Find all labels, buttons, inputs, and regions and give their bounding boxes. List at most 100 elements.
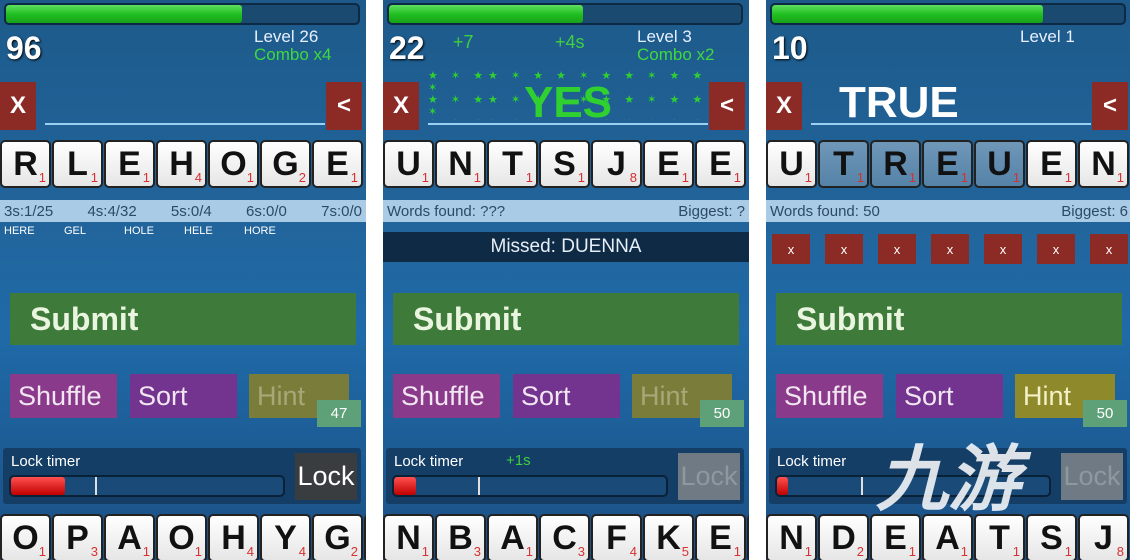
game-screen: 96 Level 26 Combo x4 X < R 1 L 1 E 1 H 4 O 1 G 2 E 1 3s:1/2…	[0, 0, 366, 560]
slot-button[interactable]: x	[984, 234, 1022, 264]
tile-letter: F	[606, 518, 627, 557]
letter-tile[interactable]: H4	[208, 514, 259, 560]
letter-tile[interactable]: N1	[435, 140, 486, 188]
lock-button[interactable]: Lock	[1061, 453, 1123, 500]
tile-letter: R	[13, 144, 38, 183]
submit-button[interactable]: Submit	[393, 293, 739, 345]
letter-tile[interactable]: T1	[487, 140, 538, 188]
slot-button[interactable]: x	[1037, 234, 1075, 264]
letter-tile[interactable]: A1	[104, 514, 155, 560]
letter-tile[interactable]: B3	[435, 514, 486, 560]
letter-tile[interactable]: D2	[818, 514, 869, 560]
letter-tile[interactable]: U1	[766, 140, 817, 188]
combo-label: Combo x4	[254, 45, 332, 64]
clear-button[interactable]: X	[383, 82, 419, 130]
letter-tile[interactable]: G2	[312, 514, 363, 560]
letter-tile[interactable]: E1	[695, 140, 746, 188]
found-word: GEL	[64, 225, 87, 237]
letter-tile[interactable]: R1	[870, 140, 921, 188]
letter-tile[interactable]: J8	[1078, 514, 1129, 560]
letter-tile[interactable]: Y4	[260, 514, 311, 560]
missed-word-banner: Missed: DUENNA	[383, 232, 749, 262]
letter-tile[interactable]: E1	[104, 140, 155, 188]
letter-tile[interactable]: S1	[1026, 514, 1077, 560]
hint-count-badge: 50	[700, 400, 744, 427]
sort-button[interactable]: Sort	[130, 374, 237, 418]
tile-points: 1	[856, 170, 864, 185]
word-slots: xxxxxxx	[772, 234, 1128, 264]
lock-timer-label: Lock timer	[777, 453, 847, 470]
letter-tile[interactable]: O1	[156, 514, 207, 560]
letter-tile[interactable]: T1	[818, 140, 869, 188]
lock-button[interactable]: Lock	[678, 453, 740, 500]
word-count-stat: 4s:4/32	[87, 202, 137, 220]
tile-points: 1	[142, 170, 150, 185]
lock-timer-label: Lock timer	[394, 453, 464, 470]
tile-letter: J	[607, 144, 626, 183]
letter-tile[interactable]: C3	[539, 514, 590, 560]
letter-tile[interactable]: F4	[591, 514, 642, 560]
letter-tile[interactable]: L1	[52, 140, 103, 188]
letter-tile[interactable]: N1	[1078, 140, 1129, 188]
tile-letter: G	[324, 518, 351, 557]
tile-points: 1	[1064, 170, 1072, 185]
shuffle-button[interactable]: Shuffle	[776, 374, 883, 418]
letter-tile[interactable]: J8	[591, 140, 642, 188]
letter-tile[interactable]: N1	[766, 514, 817, 560]
progress-fill	[6, 5, 242, 23]
letter-tile[interactable]: A1	[364, 514, 366, 560]
letter-tile[interactable]: C3	[747, 514, 749, 560]
letter-tile[interactable]: P3	[52, 514, 103, 560]
lock-button[interactable]: Lock	[295, 453, 357, 500]
shuffle-button[interactable]: Shuffle	[393, 374, 500, 418]
found-word: HERE	[4, 225, 35, 237]
lock-bonus: +1s	[506, 452, 531, 469]
submit-button[interactable]: Submit	[10, 293, 356, 345]
found-words-list: HERE GEL HOLE HELE HORE	[4, 225, 304, 237]
lock-timer-panel: Lock timer Lock	[3, 448, 361, 504]
letter-tile[interactable]: G2	[260, 140, 311, 188]
slot-button[interactable]: x	[878, 234, 916, 264]
slot-button[interactable]: x	[931, 234, 969, 264]
letter-tile[interactable]: O1	[208, 140, 259, 188]
letter-tile[interactable]: E1	[643, 140, 694, 188]
tile-points: 1	[525, 170, 533, 185]
lock-timer-fill	[777, 477, 788, 495]
time-gain: +4s	[555, 32, 585, 52]
tile-letter: K	[656, 518, 681, 557]
sort-button[interactable]: Sort	[896, 374, 1003, 418]
letter-tile[interactable]: E1	[312, 140, 363, 188]
letter-tile[interactable]: S1	[539, 140, 590, 188]
letter-tile[interactable]: E1	[695, 514, 746, 560]
combo-label: Combo x2	[637, 45, 715, 64]
current-word: YES	[523, 78, 613, 127]
slot-button[interactable]: x	[1090, 234, 1128, 264]
letter-tile[interactable]: E1	[1026, 140, 1077, 188]
letter-tile[interactable]: A1	[487, 514, 538, 560]
submit-button[interactable]: Submit	[776, 293, 1122, 345]
letter-tile[interactable]: N1	[383, 514, 434, 560]
backspace-button[interactable]: <	[709, 82, 745, 130]
backspace-button[interactable]: <	[1092, 82, 1128, 130]
tile-points: 4	[194, 170, 202, 185]
sort-button[interactable]: Sort	[513, 374, 620, 418]
backspace-button[interactable]: <	[326, 82, 362, 130]
clear-button[interactable]: X	[766, 82, 802, 130]
game-screen: 10 Level 1 X < TRUE U 1 T 1 R 1 E 1 U 1 E 1 N 1 Words found…	[766, 0, 1130, 560]
letter-tile[interactable]: O1	[0, 514, 51, 560]
letter-tile[interactable]: U1	[974, 140, 1025, 188]
tile-letter: U	[987, 144, 1012, 183]
slot-button[interactable]: x	[825, 234, 863, 264]
tile-letter: B	[448, 518, 473, 557]
slot-button[interactable]: x	[772, 234, 810, 264]
shuffle-button[interactable]: Shuffle	[10, 374, 117, 418]
letter-tile[interactable]: H4	[156, 140, 207, 188]
letter-tile[interactable]: R1	[0, 140, 51, 188]
lock-timer-label: Lock timer	[11, 453, 81, 470]
stats-bar: Words found: ??? Biggest: ?	[383, 200, 749, 222]
letter-tile[interactable]: U1	[383, 140, 434, 188]
tile-points: 1	[1012, 544, 1020, 559]
letter-tile[interactable]: K5	[643, 514, 694, 560]
letter-tile[interactable]: E1	[922, 140, 973, 188]
clear-button[interactable]: X	[0, 82, 36, 130]
